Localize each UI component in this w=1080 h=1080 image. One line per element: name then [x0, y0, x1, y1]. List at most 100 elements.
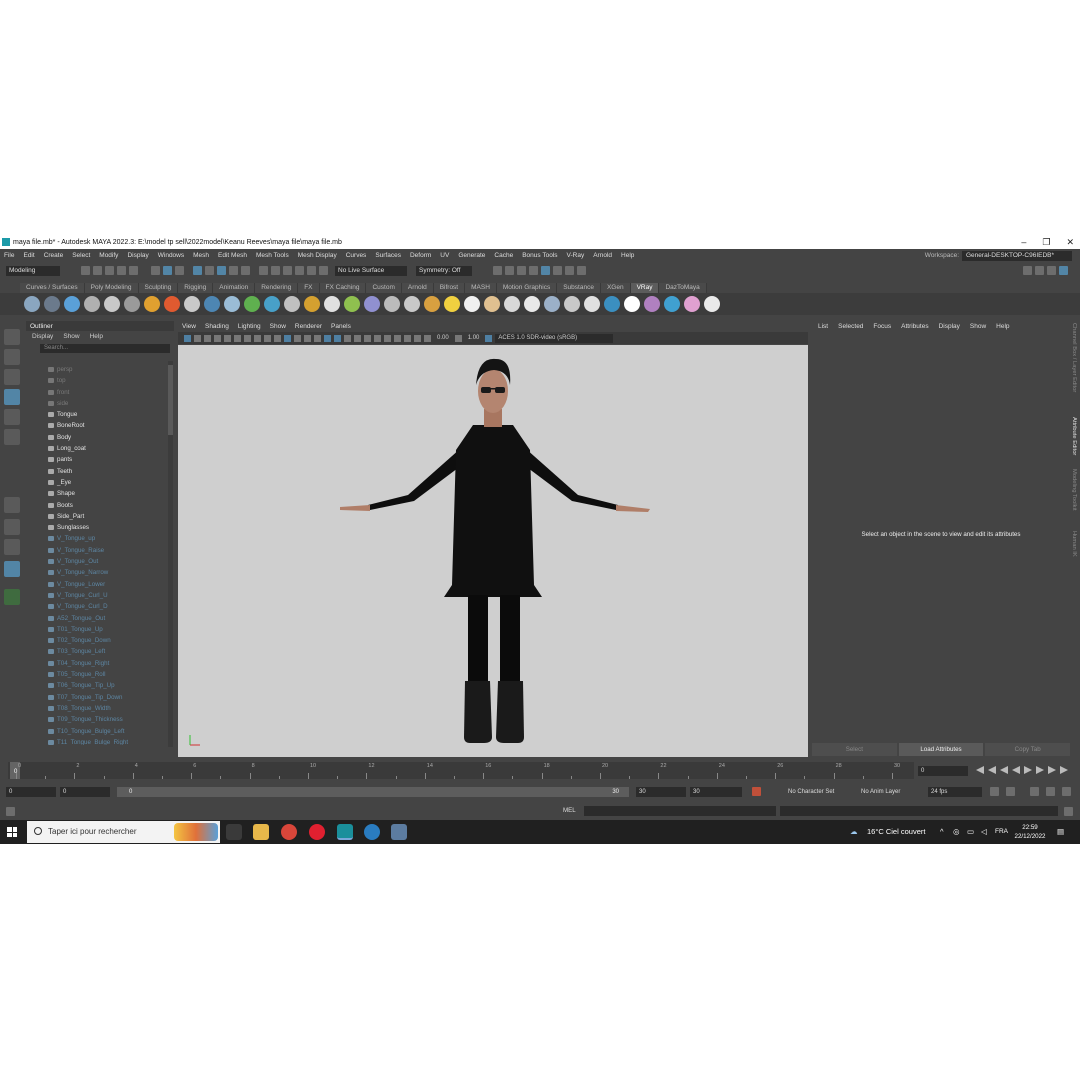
outliner-item[interactable]: V_Tongue_up — [26, 533, 166, 544]
single-view-layout-icon[interactable] — [4, 497, 20, 513]
outliner-item[interactable]: V_Tongue_Out — [26, 556, 166, 567]
select-tool-icon[interactable] — [4, 329, 20, 345]
antialiasing-icon[interactable] — [364, 334, 371, 342]
outliner-item[interactable]: BoneRoot — [26, 420, 166, 431]
vray-shelf-tool-icon[interactable] — [664, 296, 680, 312]
vray-shelf-tool-icon[interactable] — [284, 296, 300, 312]
copy-tab-button[interactable]: Copy Tab — [985, 743, 1071, 756]
vray-shelf-tool-icon[interactable] — [304, 296, 320, 312]
vray-shelf-tool-icon[interactable] — [404, 296, 420, 312]
menu-set-dropdown[interactable]: Modeling — [6, 265, 60, 276]
range-slider[interactable]: 0 30 — [117, 787, 629, 797]
vray-shelf-tool-icon[interactable] — [464, 296, 480, 312]
animation-prefs-icon[interactable] — [1046, 787, 1055, 796]
gate-mask-icon[interactable] — [254, 334, 261, 342]
command-input[interactable] — [584, 806, 776, 816]
step-forward-key-icon[interactable] — [1048, 766, 1056, 774]
viewport-menu-lighting[interactable]: Lighting — [238, 323, 261, 330]
task-view-icon[interactable] — [226, 824, 242, 840]
step-back-key-icon[interactable] — [988, 766, 996, 774]
menu-edit[interactable]: Edit — [23, 252, 34, 259]
menu-select[interactable]: Select — [72, 252, 90, 259]
outliner-scrollbar[interactable] — [168, 361, 173, 747]
attr-menu-display[interactable]: Display — [939, 323, 960, 330]
outliner-item[interactable]: Tongue — [26, 409, 166, 420]
side-tab-channel-box-layer-editor[interactable]: Channel Box / Layer Editor — [1071, 323, 1077, 392]
select-button[interactable]: Select — [812, 743, 897, 756]
outliner-item[interactable]: Long_coat — [26, 443, 166, 454]
sound-icon[interactable] — [1006, 787, 1015, 796]
outliner-item[interactable]: T11_Tongue_Bulge_Right — [26, 737, 166, 745]
file-explorer-icon[interactable] — [253, 824, 269, 840]
c-app-icon[interactable] — [364, 824, 380, 840]
outliner-item[interactable]: T08_Tongue_Width — [26, 703, 166, 714]
wireframe-icon[interactable] — [284, 334, 291, 342]
face-mask-icon[interactable] — [241, 266, 250, 275]
image-plane-icon[interactable] — [214, 334, 221, 342]
outliner-item[interactable]: persp — [26, 364, 166, 375]
menu-file[interactable]: File — [4, 252, 14, 259]
attr-menu-focus[interactable]: Focus — [873, 323, 891, 330]
field-chart-icon[interactable] — [264, 334, 271, 342]
play-forwards-icon[interactable] — [1024, 766, 1032, 774]
outliner-item[interactable]: T07_Tongue_Tip_Down — [26, 692, 166, 703]
outliner-item[interactable]: T01_Tongue_Up — [26, 624, 166, 635]
outliner-item[interactable]: _Eye — [26, 477, 166, 488]
attr-menu-selected[interactable]: Selected — [838, 323, 863, 330]
shelf-tab-arnold[interactable]: Arnold — [401, 283, 434, 293]
safe-action-icon[interactable] — [274, 334, 281, 342]
perspective-viewport[interactable] — [178, 345, 808, 757]
step-forward-frame-icon[interactable] — [1036, 766, 1044, 774]
ipr-render-icon[interactable] — [517, 266, 526, 275]
menu-cache[interactable]: Cache — [494, 252, 513, 259]
weather-icon[interactable]: ☁ — [850, 820, 864, 844]
viewport-menu-view[interactable]: View — [182, 323, 196, 330]
menu-v-ray[interactable]: V-Ray — [567, 252, 585, 259]
menu-bonus-tools[interactable]: Bonus Tools — [522, 252, 557, 259]
vray-shelf-tool-icon[interactable] — [604, 296, 620, 312]
edge-mask-icon[interactable] — [229, 266, 238, 275]
new-scene-icon[interactable] — [81, 266, 90, 275]
motion-blur-icon[interactable] — [354, 334, 361, 342]
four-view-layout-icon[interactable] — [4, 519, 20, 535]
outliner-search-input[interactable]: Search... — [40, 344, 170, 353]
outliner-layout-icon[interactable] — [4, 561, 20, 577]
auto-key-icon[interactable] — [752, 787, 761, 796]
time-slider[interactable]: 0 0 2 4 6 8 10 12 14 16 18 20 22 24 26 28 30 — [8, 762, 914, 779]
hypershade-icon[interactable] — [541, 266, 550, 275]
viewport-menu-show[interactable]: Show — [270, 323, 286, 330]
menu-modify[interactable]: Modify — [99, 252, 118, 259]
attr-menu-attributes[interactable]: Attributes — [901, 323, 928, 330]
calculator-icon[interactable] — [391, 824, 407, 840]
playback-end-field[interactable]: 30 — [636, 787, 686, 797]
colorspace-dropdown[interactable]: ACES 1.0 SDR-video (sRGB) — [495, 333, 614, 343]
menu-mesh-display[interactable]: Mesh Display — [298, 252, 337, 259]
outliner-menu-display[interactable]: Display — [32, 333, 53, 340]
outliner-item[interactable]: T04_Tongue_Right — [26, 658, 166, 669]
scene-start-field[interactable]: 0 — [6, 787, 56, 797]
xray-components-icon[interactable] — [414, 334, 421, 342]
exposure-value[interactable]: 0.00 — [437, 335, 449, 341]
script-language-label[interactable]: MEL — [563, 806, 576, 816]
vray-shelf-tool-icon[interactable] — [224, 296, 240, 312]
workspace-dropdown[interactable]: General-DESKTOP-C96IEDB* — [962, 250, 1072, 261]
shelf-tab-daztomaya[interactable]: DazToMaya — [659, 283, 707, 293]
maximize-button[interactable]: ❐ — [1042, 237, 1050, 248]
menu-deform[interactable]: Deform — [410, 252, 431, 259]
layout-icon[interactable] — [1047, 266, 1056, 275]
smooth-shade-icon[interactable] — [294, 334, 301, 342]
viewport-menu-shading[interactable]: Shading — [205, 323, 229, 330]
outliner-item[interactable]: T05_Tongue_Roll — [26, 669, 166, 680]
shelf-tab-poly-modeling[interactable]: Poly Modeling — [84, 283, 139, 293]
vray-shelf-tool-icon[interactable] — [384, 296, 400, 312]
viewport-menu-panels[interactable]: Panels — [331, 323, 351, 330]
shelf-tab-rendering[interactable]: Rendering — [255, 283, 299, 293]
menu-edit-mesh[interactable]: Edit Mesh — [218, 252, 247, 259]
menu-mesh-tools[interactable]: Mesh Tools — [256, 252, 289, 259]
minimize-button[interactable]: – — [1021, 237, 1026, 247]
vray-shelf-tool-icon[interactable] — [184, 296, 200, 312]
opera-icon[interactable] — [309, 824, 325, 840]
outliner-item[interactable]: A52_Tongue_Out — [26, 613, 166, 624]
vray-shelf-tool-icon[interactable] — [324, 296, 340, 312]
snap-surface-icon[interactable] — [307, 266, 316, 275]
